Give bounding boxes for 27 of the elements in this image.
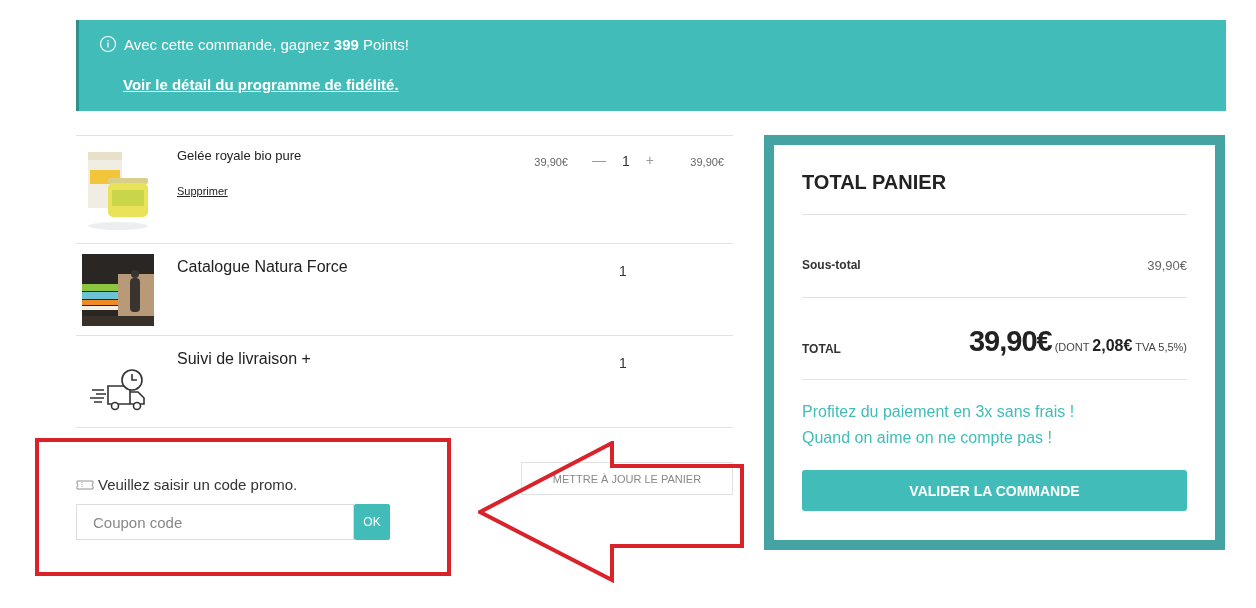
product-name: Catalogue Natura Force	[177, 258, 348, 276]
ticket-icon	[76, 479, 94, 490]
line-total: 39,90€	[689, 155, 724, 170]
apply-coupon-button[interactable]: OK	[354, 504, 390, 540]
quantity-value: 1	[622, 152, 630, 169]
product-name: Gelée royale bio pure	[177, 148, 302, 163]
payment-offer-text: Quand on aime on ne compte pas !	[802, 429, 1052, 447]
promo-label: Veuillez saisir un code promo.	[98, 476, 298, 493]
unit-price: 39,90€	[533, 155, 568, 170]
coupon-input-field[interactable]: Coupon code	[76, 504, 354, 540]
quantity-value: 1	[619, 354, 627, 371]
remove-link[interactable]: Supprimer	[177, 185, 228, 197]
loyalty-message: Avec cette commande, gagnez 399 Points!	[124, 35, 409, 53]
info-icon	[99, 35, 117, 53]
total-value: 39,90€	[968, 325, 1052, 358]
cart-total-title: TOTAL PANIER	[802, 171, 1187, 215]
loyalty-program-link[interactable]: Voir le détail du programme de fidélité.	[123, 76, 399, 93]
tax-note: (DONT 2,08€ TVA 5,5%)	[1054, 337, 1187, 355]
total-label: TOTAL	[802, 342, 841, 358]
payment-offer-text: Profitez du paiement en 3x sans frais !	[802, 403, 1075, 421]
subtotal-label: Sous-total	[802, 258, 861, 272]
subtotal-value: 39,90€	[1147, 258, 1187, 273]
decrease-quantity-button[interactable]: —	[588, 150, 610, 170]
product-name: Suivi de livraison +	[177, 350, 311, 368]
increase-quantity-button[interactable]: +	[641, 150, 658, 170]
checkout-button[interactable]: VALIDER LA COMMANDE	[802, 470, 1187, 511]
quantity-value: 1	[619, 262, 627, 279]
